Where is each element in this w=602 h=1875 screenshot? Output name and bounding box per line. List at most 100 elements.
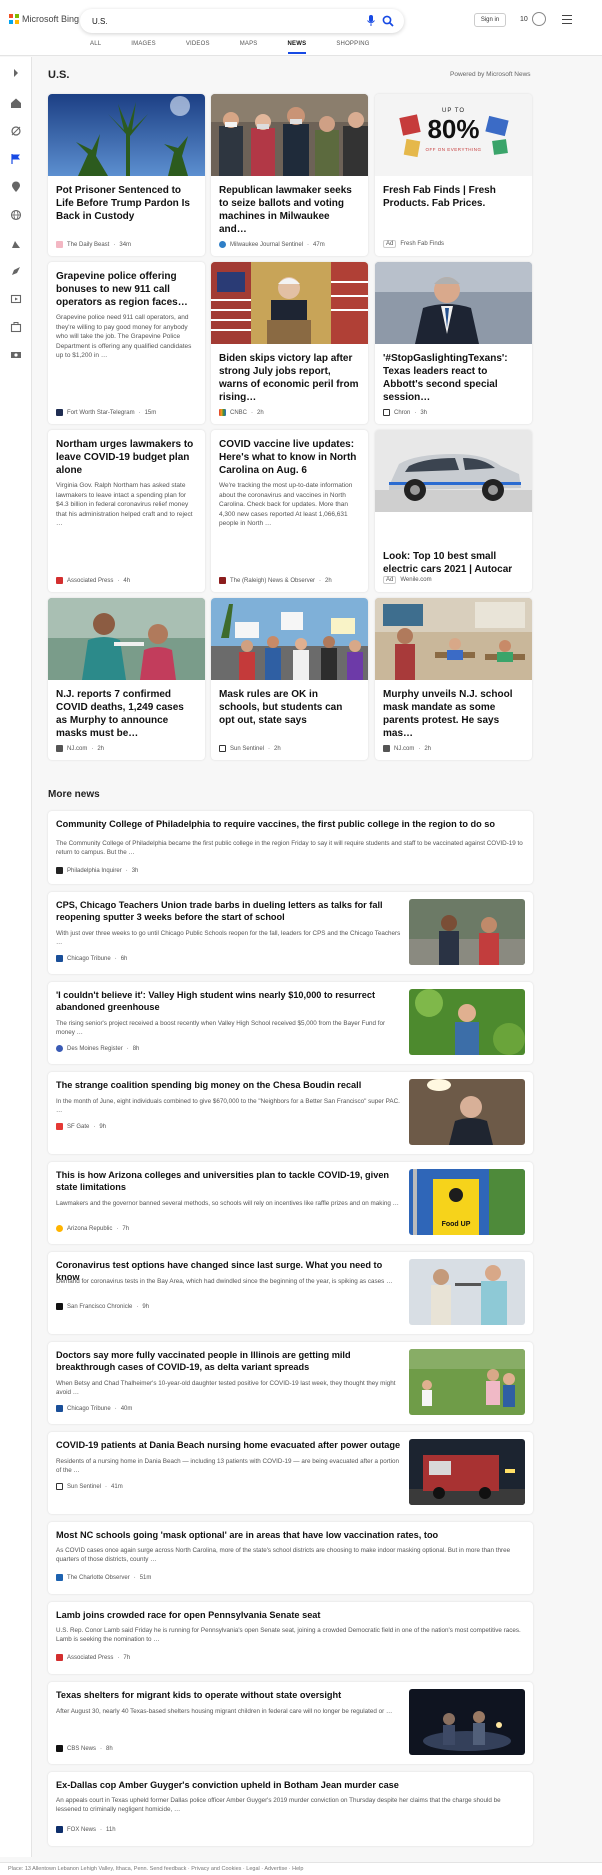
news-source: Associated Press · 7h: [56, 1654, 130, 1661]
card-title[interactable]: Mask rules are OK in schools, but studen…: [211, 688, 368, 727]
news-snippet: When Betsy and Chad Thalheimer's 10-year…: [56, 1380, 396, 1396]
briefcase-icon[interactable]: [10, 321, 22, 333]
news-title[interactable]: Doctors say more fully vaccinated people…: [56, 1349, 401, 1373]
tab-images[interactable]: IMAGES: [131, 41, 156, 54]
news-title[interactable]: This is how Arizona colleges and univers…: [56, 1169, 401, 1193]
card-source: Chron · 3h: [383, 409, 427, 416]
source-name: CNBC: [230, 409, 248, 416]
source-name: Wenile.com: [400, 577, 432, 583]
card-title[interactable]: Northam urges lawmakers to leave COVID-1…: [48, 438, 205, 477]
tab-shopping[interactable]: SHOPPING: [336, 41, 369, 54]
news-title[interactable]: CPS, Chicago Teachers Union trade barbs …: [56, 899, 401, 923]
science-icon[interactable]: [10, 237, 22, 249]
news-snippet: The rising senior's project received a b…: [56, 1020, 386, 1036]
more-news-item[interactable]: CPS, Chicago Teachers Union trade barbs …: [48, 892, 533, 974]
news-title[interactable]: The strange coalition spending big money…: [56, 1079, 401, 1091]
card-source: The Daily Beast · 34m: [56, 241, 131, 248]
cbs-news-logo-icon: [56, 1745, 63, 1752]
rocket-icon[interactable]: [10, 265, 22, 277]
more-news-item[interactable]: Ex-Dallas cop Amber Guyger's conviction …: [48, 1772, 533, 1846]
bing-logo[interactable]: Microsoft Bing: [9, 14, 79, 24]
source-name: FOX News: [67, 1826, 97, 1833]
search-icon[interactable]: [382, 15, 394, 27]
footer-text[interactable]: Place: 13 Allentown Lebanon Lehigh Valle…: [8, 1866, 303, 1872]
card-title[interactable]: Republican lawmaker seeks to seize ballo…: [211, 184, 368, 236]
globe-icon[interactable]: [10, 209, 22, 221]
news-card[interactable]: Murphy unveils N.J. school mask mandate …: [375, 598, 532, 760]
source-name: Associated Press: [67, 1654, 114, 1661]
news-snippet: With just over three weeks to go until C…: [56, 930, 401, 946]
location-icon[interactable]: [10, 181, 22, 193]
card-source: NJ.com · 2h: [56, 745, 104, 752]
news-title[interactable]: Lamb joins crowded race for open Pennsyl…: [56, 1609, 524, 1621]
flag-icon[interactable]: [10, 153, 22, 165]
source-name: NJ.com: [394, 745, 415, 752]
ad-card[interactable]: Look: Top 10 best small electric cars 20…: [375, 430, 532, 592]
news-card[interactable]: N.J. reports 7 confirmed COVID deaths, 1…: [48, 598, 205, 760]
more-news-item[interactable]: Lamb joins crowded race for open Pennsyl…: [48, 1602, 533, 1674]
card-image-vaccination: [48, 598, 205, 680]
card-title[interactable]: Fresh Fab Finds | Fresh Products. Fab Pr…: [375, 184, 532, 210]
more-news-item[interactable]: Texas shelters for migrant kids to opera…: [48, 1682, 533, 1764]
card-title[interactable]: Pot Prisoner Sentenced to Life Before Tr…: [48, 184, 205, 223]
news-title[interactable]: 'I couldn't believe it': Valley High stu…: [56, 989, 401, 1013]
more-news-item[interactable]: Most NC schools going 'mask optional' ar…: [48, 1522, 533, 1594]
entertainment-icon[interactable]: [10, 293, 22, 305]
search-input[interactable]: [92, 13, 332, 29]
microsoft-logo-icon: [9, 14, 19, 24]
more-news-item[interactable]: 'I couldn't believe it': Valley High stu…: [48, 982, 533, 1064]
news-snippet: The Community College of Philadelphia be…: [56, 840, 523, 856]
news-card[interactable]: Northam urges lawmakers to leave COVID-1…: [48, 430, 205, 592]
ad-card[interactable]: UP TO 80% OFF ON EVERYTHING Fresh Fab Fi…: [375, 94, 532, 256]
news-card[interactable]: Pot Prisoner Sentenced to Life Before Tr…: [48, 94, 205, 256]
news-card[interactable]: Republican lawmaker seeks to seize ballo…: [211, 94, 368, 256]
tab-maps[interactable]: MAPS: [240, 41, 258, 54]
card-title[interactable]: '#StopGaslightingTexans': Texas leaders …: [375, 352, 532, 404]
card-title[interactable]: Look: Top 10 best small electric cars 20…: [375, 550, 532, 576]
card-title[interactable]: Grapevine police offering bonuses to new…: [48, 270, 205, 309]
news-title[interactable]: COVID-19 patients at Dania Beach nursing…: [56, 1439, 401, 1451]
source-name: Sun Sentinel: [230, 745, 265, 752]
more-news-item[interactable]: The strange coalition spending big money…: [48, 1072, 533, 1154]
news-card[interactable]: COVID vaccine live updates: Here's what …: [211, 430, 368, 592]
card-source: Fort Worth Star-Telegram · 15m: [56, 409, 156, 416]
source-name: Arizona Republic: [67, 1225, 113, 1232]
news-title[interactable]: Texas shelters for migrant kids to opera…: [56, 1689, 401, 1701]
sports-icon[interactable]: [10, 125, 22, 137]
home-icon[interactable]: [10, 97, 22, 109]
news-card[interactable]: Grapevine police offering bonuses to new…: [48, 262, 205, 424]
sign-in-button[interactable]: Sign in: [474, 13, 506, 27]
expand-icon[interactable]: [10, 67, 22, 79]
more-news-item[interactable]: Doctors say more fully vaccinated people…: [48, 1342, 533, 1424]
news-card[interactable]: Biden skips victory lap after strong Jul…: [211, 262, 368, 424]
news-thumbnail: [409, 1439, 525, 1505]
card-image-classroom: [375, 598, 532, 680]
more-news-item[interactable]: Community College of Philadelphia to req…: [48, 811, 533, 884]
card-image-cannabis: [48, 94, 205, 176]
news-title[interactable]: Community College of Philadelphia to req…: [56, 818, 524, 830]
source-time: 4h: [123, 577, 131, 584]
news-card[interactable]: '#StopGaslightingTexans': Texas leaders …: [375, 262, 532, 424]
tab-all[interactable]: ALL: [90, 41, 101, 54]
news-title[interactable]: Most NC schools going 'mask optional' ar…: [56, 1529, 524, 1541]
daily-beast-logo-icon: [56, 241, 63, 248]
money-icon[interactable]: [10, 349, 22, 361]
news-snippet: As COVID cases once again surge across N…: [56, 1547, 511, 1563]
card-source: Sun Sentinel · 2h: [219, 745, 281, 752]
tab-videos[interactable]: VIDEOS: [186, 41, 210, 54]
news-card[interactable]: Mask rules are OK in schools, but studen…: [211, 598, 368, 760]
card-title[interactable]: Murphy unveils N.J. school mask mandate …: [375, 688, 532, 740]
tab-news[interactable]: NEWS: [287, 41, 307, 54]
card-title[interactable]: Biden skips victory lap after strong Jul…: [211, 352, 368, 404]
microphone-icon[interactable]: [366, 15, 376, 27]
rewards-trophy-icon[interactable]: [532, 12, 546, 26]
card-title[interactable]: N.J. reports 7 confirmed COVID deaths, 1…: [48, 688, 205, 740]
source-name: Philadelphia Inquirer: [67, 867, 122, 874]
hamburger-menu-icon[interactable]: [562, 15, 572, 24]
more-news-item[interactable]: COVID-19 patients at Dania Beach nursing…: [48, 1432, 533, 1514]
card-title[interactable]: COVID vaccine live updates: Here's what …: [211, 438, 368, 477]
more-news-item[interactable]: Coronavirus test options have changed si…: [48, 1252, 533, 1334]
more-news-item[interactable]: This is how Arizona colleges and univers…: [48, 1162, 533, 1244]
news-title[interactable]: Ex-Dallas cop Amber Guyger's conviction …: [56, 1779, 524, 1791]
source-name: CBS News: [67, 1745, 97, 1752]
